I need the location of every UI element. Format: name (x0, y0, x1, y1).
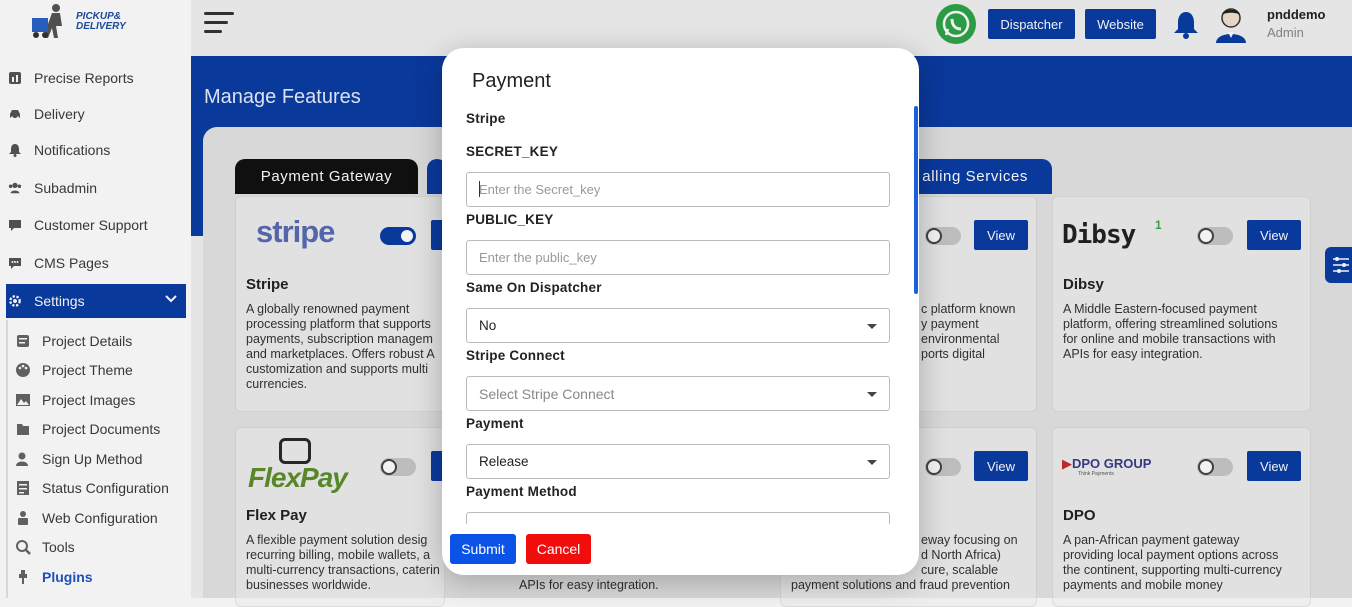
text-cursor (479, 181, 480, 197)
dropdown-caret-icon (867, 392, 877, 397)
payment-modal: Payment Stripe SECRET_KEY PUBLIC_KEY Sam… (442, 48, 919, 575)
modal-title: Payment (472, 70, 551, 92)
payment-value: Release (479, 454, 529, 469)
dropdown-caret-icon (867, 324, 877, 329)
dropdown-caret-icon (867, 460, 877, 465)
modal-body: Stripe SECRET_KEY PUBLIC_KEY Same On Dis… (442, 104, 919, 524)
payment-select[interactable]: Release (466, 444, 890, 479)
payment-method-select[interactable] (466, 512, 890, 524)
secret-key-input[interactable] (466, 172, 890, 207)
secret-key-label: SECRET_KEY (466, 144, 559, 159)
payment-label: Payment (466, 416, 524, 431)
same-on-dispatcher-label: Same On Dispatcher (466, 280, 602, 295)
same-on-dispatcher-select[interactable]: No (466, 308, 890, 343)
same-on-dispatcher-value: No (479, 318, 497, 333)
stripe-connect-label: Stripe Connect (466, 348, 565, 363)
section-label-stripe: Stripe (466, 111, 506, 126)
modal-scrollbar[interactable] (914, 106, 918, 294)
public-key-label: PUBLIC_KEY (466, 212, 554, 227)
stripe-connect-placeholder: Select Stripe Connect (479, 385, 615, 402)
stripe-connect-select[interactable]: Select Stripe Connect (466, 376, 890, 411)
cancel-button[interactable]: Cancel (526, 534, 591, 564)
payment-method-label: Payment Method (466, 484, 577, 499)
public-key-input[interactable] (466, 240, 890, 275)
submit-button[interactable]: Submit (450, 534, 516, 564)
